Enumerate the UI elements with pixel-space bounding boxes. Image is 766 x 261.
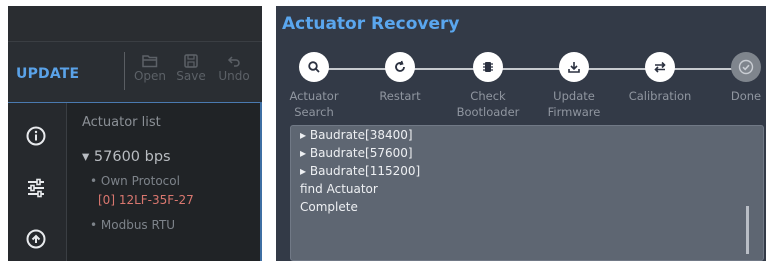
log-line: ▸ Baudrate[57600] bbox=[300, 146, 413, 160]
sidebar-divider bbox=[66, 103, 67, 261]
recovery-log[interactable]: ▸ Baudrate[38400] ▸ Baudrate[57600] ▸ Ba… bbox=[290, 125, 764, 261]
search-icon bbox=[299, 52, 329, 82]
panel-edge bbox=[260, 102, 262, 261]
info-icon[interactable] bbox=[25, 125, 47, 147]
chip-icon bbox=[473, 52, 503, 82]
step-label: Calibration bbox=[628, 89, 692, 103]
step-done[interactable]: Done bbox=[702, 52, 766, 104]
recovery-panel: Actuator Recovery Actuator Search Restart bbox=[276, 6, 766, 261]
save-button[interactable]: Save bbox=[171, 54, 211, 83]
folder-open-icon bbox=[142, 55, 158, 68]
step-label: Actuator Search bbox=[289, 89, 339, 119]
step-label: Check Bootloader bbox=[456, 89, 520, 119]
left-panel: UPDATE Open Save Undo Actuator list ▾ 57… bbox=[8, 6, 262, 261]
log-line: ▸ Baudrate[115200] bbox=[300, 164, 421, 178]
step-calibration[interactable]: Calibration bbox=[616, 52, 704, 104]
log-line: Complete bbox=[300, 200, 358, 214]
baud-rate-node[interactable]: ▾ 57600 bps bbox=[82, 149, 171, 165]
step-restart[interactable]: Restart bbox=[356, 52, 444, 104]
log-line: ▸ Baudrate[38400] bbox=[300, 128, 413, 142]
step-update-firmware[interactable]: Update Firmware bbox=[530, 52, 618, 120]
baud-rate-label: 57600 bps bbox=[93, 149, 171, 165]
actuator-item[interactable]: [0] 12LF-35F-27 bbox=[98, 193, 194, 207]
step-actuator-search[interactable]: Actuator Search bbox=[276, 52, 358, 120]
title-bar bbox=[8, 6, 262, 41]
save-label: Save bbox=[176, 69, 206, 83]
sliders-icon[interactable] bbox=[25, 177, 47, 199]
modbus-node[interactable]: • Modbus RTU bbox=[90, 218, 175, 232]
undo-icon bbox=[227, 56, 240, 67]
section-title: UPDATE bbox=[16, 66, 80, 82]
toolbar-separator bbox=[124, 52, 125, 90]
chevron-down-icon: ▾ bbox=[82, 149, 90, 165]
undo-button[interactable]: Undo bbox=[214, 54, 254, 83]
page-title: Actuator Recovery bbox=[282, 14, 460, 34]
check-icon bbox=[731, 52, 761, 82]
step-label: Done bbox=[730, 89, 762, 103]
swap-arrows-icon bbox=[645, 52, 675, 82]
log-line: find Actuator bbox=[300, 182, 378, 196]
step-label: Update Firmware bbox=[547, 89, 601, 119]
step-label: Restart bbox=[379, 89, 421, 103]
download-icon bbox=[559, 52, 589, 82]
actuator-list-header: Actuator list bbox=[82, 115, 161, 130]
upload-icon[interactable] bbox=[25, 228, 47, 250]
step-check-bootloader[interactable]: Check Bootloader bbox=[444, 52, 532, 120]
save-icon bbox=[184, 54, 198, 68]
restart-icon bbox=[385, 52, 415, 82]
protocol-node[interactable]: • Own Protocol bbox=[90, 174, 180, 188]
undo-label: Undo bbox=[218, 69, 250, 83]
open-button[interactable]: Open bbox=[130, 54, 170, 83]
log-scrollbar[interactable] bbox=[746, 206, 749, 254]
open-label: Open bbox=[133, 69, 167, 83]
